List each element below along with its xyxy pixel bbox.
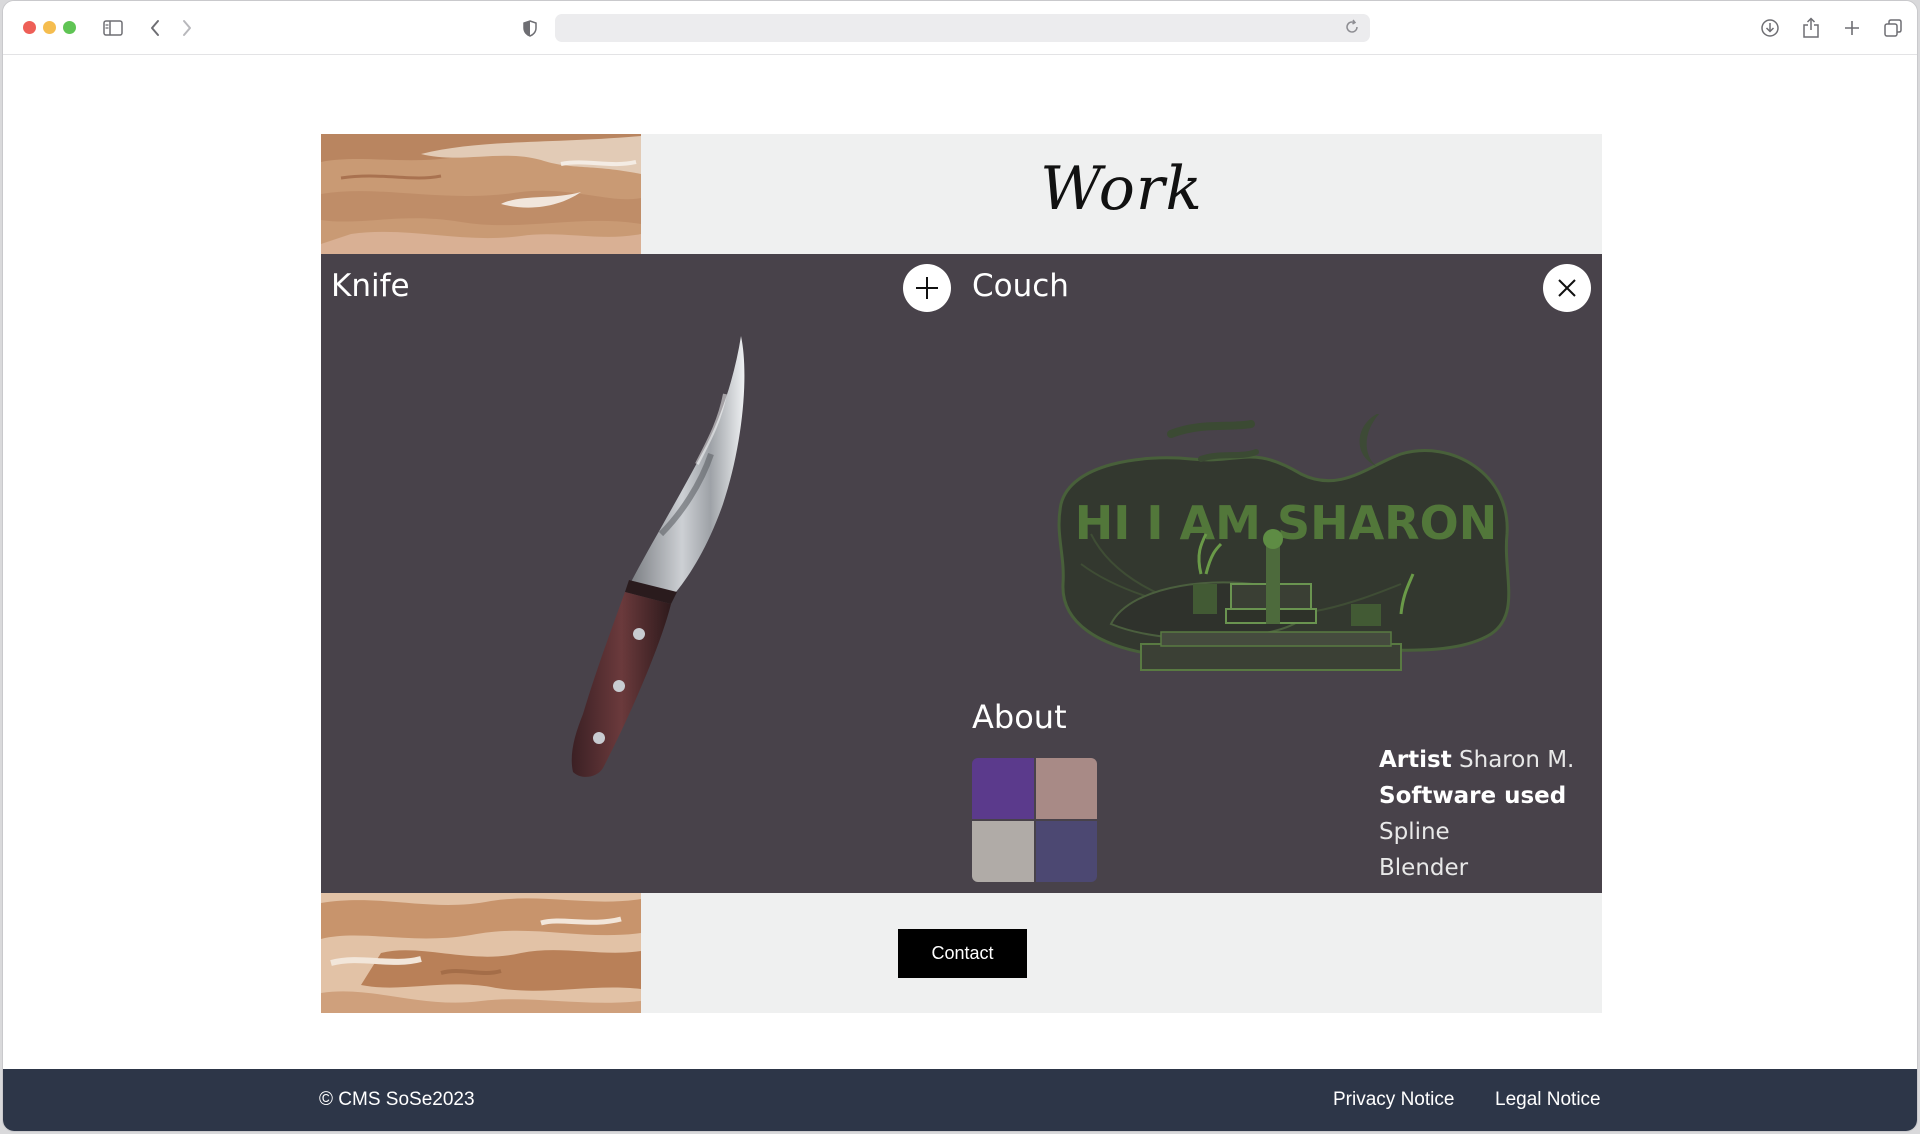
knife-title: Knife xyxy=(331,268,410,304)
footer: © CMS SoSe2023 Privacy Notice Legal Noti… xyxy=(3,1069,1917,1131)
download-icon[interactable] xyxy=(1759,15,1781,41)
privacy-notice-link[interactable]: Privacy Notice xyxy=(1333,1089,1454,1111)
close-window-button[interactable] xyxy=(23,21,36,34)
close-icon xyxy=(1558,279,1576,297)
browser-toolbar xyxy=(3,1,1917,55)
artwork-meta: Artist Sharon M. Software used Spline Bl… xyxy=(1379,742,1574,886)
work-header: Work xyxy=(321,134,1602,254)
contact-band: Contact xyxy=(321,893,1602,1013)
copyright-text: © CMS SoSe2023 xyxy=(319,1089,475,1110)
zoom-window-button[interactable] xyxy=(63,21,76,34)
reload-icon[interactable] xyxy=(1344,19,1360,40)
scene-text: HI I AM SHARON xyxy=(1075,496,1497,550)
back-icon[interactable] xyxy=(147,15,163,41)
swatch-purple xyxy=(972,758,1034,819)
artist-label: Artist xyxy=(1379,747,1452,773)
minimize-window-button[interactable] xyxy=(43,21,56,34)
contact-button[interactable]: Contact xyxy=(898,929,1027,978)
marble-texture-bottom xyxy=(321,893,641,1013)
couch-title: Couch xyxy=(972,268,1069,304)
shield-icon[interactable] xyxy=(521,15,539,41)
marble-texture-top xyxy=(321,134,641,254)
browser-window: Work Knife Couch HI I AM SHARON About Ar… xyxy=(2,0,1918,1132)
legal-notice-link[interactable]: Legal Notice xyxy=(1495,1089,1601,1111)
software-item: Spline xyxy=(1379,819,1450,845)
swatch-grey xyxy=(972,821,1034,882)
knife-render[interactable] xyxy=(511,334,771,794)
swatch-rose xyxy=(1035,758,1097,819)
page-content: Work Knife Couch HI I AM SHARON About Ar… xyxy=(3,55,1917,1131)
sidebar-icon[interactable] xyxy=(101,15,125,41)
couch-scene-render[interactable]: HI I AM SHARON xyxy=(1051,414,1521,694)
color-swatches xyxy=(972,758,1097,882)
software-label: Software used xyxy=(1379,783,1567,809)
close-button[interactable] xyxy=(1543,264,1591,312)
plus-icon xyxy=(916,277,938,299)
address-bar[interactable] xyxy=(555,14,1370,42)
tab-overview-icon[interactable] xyxy=(1882,15,1904,41)
software-item: Blender xyxy=(1379,855,1469,881)
about-title: About xyxy=(972,698,1067,736)
artist-name: Sharon M. xyxy=(1459,747,1575,773)
artist-line: Artist Sharon M. xyxy=(1379,742,1574,778)
share-icon[interactable] xyxy=(1800,15,1822,41)
swatch-indigo xyxy=(1035,821,1097,882)
add-button[interactable] xyxy=(903,264,951,312)
page-title: Work xyxy=(1040,154,1203,224)
gallery-panel: Knife Couch HI I AM SHARON About Artist … xyxy=(321,254,1602,893)
forward-icon[interactable] xyxy=(179,15,195,41)
new-tab-icon[interactable] xyxy=(1841,15,1863,41)
